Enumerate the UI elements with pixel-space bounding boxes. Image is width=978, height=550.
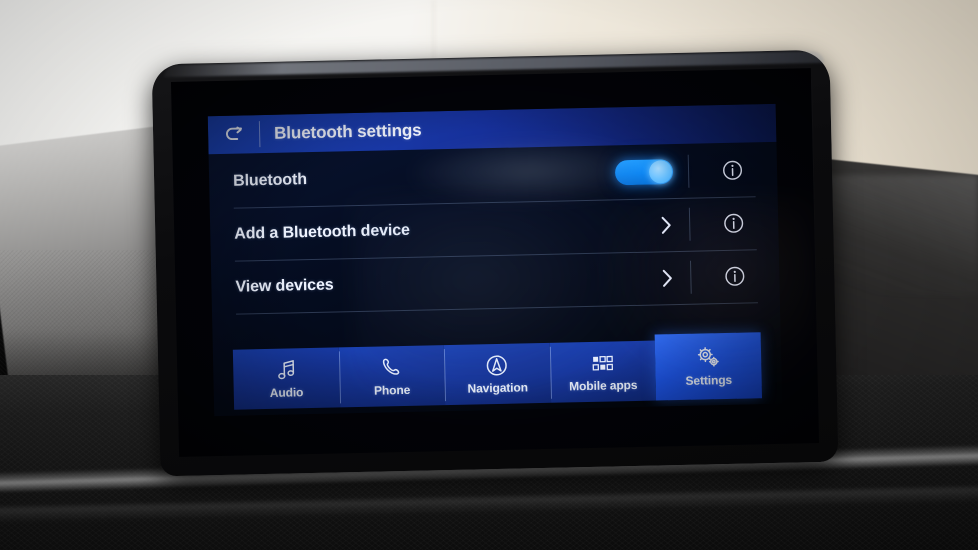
chevron-right-icon bbox=[661, 216, 671, 234]
infotainment-photo: Bluetooth settings Bluetooth Add a Bluet… bbox=[0, 0, 978, 550]
gears-icon bbox=[695, 345, 722, 370]
nav-tab-label: Settings bbox=[685, 372, 733, 388]
nav-tab-navigation[interactable]: Navigation bbox=[443, 342, 551, 406]
back-arrow-icon bbox=[226, 126, 242, 141]
info-button-view-devices[interactable] bbox=[724, 250, 746, 303]
toggle-knob bbox=[648, 160, 673, 184]
chevron-right-icon bbox=[662, 269, 672, 287]
music-note-icon bbox=[276, 357, 297, 381]
nav-tab-phone[interactable]: Phone bbox=[338, 345, 446, 408]
nav-tab-label: Navigation bbox=[467, 380, 529, 396]
row-vertical-divider bbox=[688, 207, 691, 241]
info-icon bbox=[724, 213, 744, 233]
nav-tab-audio[interactable]: Audio bbox=[232, 347, 340, 410]
nav-tab-mobile-apps[interactable]: Mobile apps bbox=[549, 340, 657, 403]
info-icon bbox=[725, 266, 745, 286]
list-item-label: View devices bbox=[235, 276, 334, 296]
row-vertical-divider bbox=[690, 260, 692, 294]
add-device-chevron-wrap[interactable] bbox=[658, 198, 675, 251]
navigation-compass-icon bbox=[485, 353, 509, 377]
bluetooth-toggle[interactable] bbox=[614, 159, 674, 186]
page-title: Bluetooth settings bbox=[273, 120, 422, 143]
infotainment-screen[interactable]: Bluetooth settings Bluetooth Add a Bluet… bbox=[170, 68, 820, 457]
nav-tab-settings[interactable]: Settings bbox=[654, 332, 762, 401]
screen-inner: Bluetooth settings Bluetooth Add a Bluet… bbox=[170, 68, 820, 457]
info-button-add-device[interactable] bbox=[723, 197, 745, 250]
list-item-label: Add a Bluetooth device bbox=[234, 221, 411, 243]
info-button-bluetooth[interactable] bbox=[721, 144, 743, 197]
bluetooth-settings-screen: Bluetooth settings Bluetooth Add a Bluet… bbox=[207, 103, 783, 417]
settings-list: Bluetooth Add a Bluetooth device View de… bbox=[209, 142, 780, 315]
view-devices-chevron-wrap[interactable] bbox=[659, 251, 676, 304]
phone-handset-icon bbox=[380, 355, 403, 379]
nav-tab-label: Phone bbox=[373, 382, 411, 398]
list-item-label: Bluetooth bbox=[232, 170, 308, 190]
app-grid-icon bbox=[591, 350, 615, 374]
nav-tab-label: Audio bbox=[269, 385, 304, 400]
bottom-navigation-bar: Audio Phone Navigation Mobile apps Setti… bbox=[232, 332, 762, 410]
back-button[interactable] bbox=[208, 115, 261, 154]
bluetooth-toggle-wrap[interactable] bbox=[614, 145, 674, 199]
row-vertical-divider bbox=[687, 154, 690, 188]
info-icon bbox=[723, 160, 743, 180]
nav-tab-label: Mobile apps bbox=[569, 377, 638, 394]
